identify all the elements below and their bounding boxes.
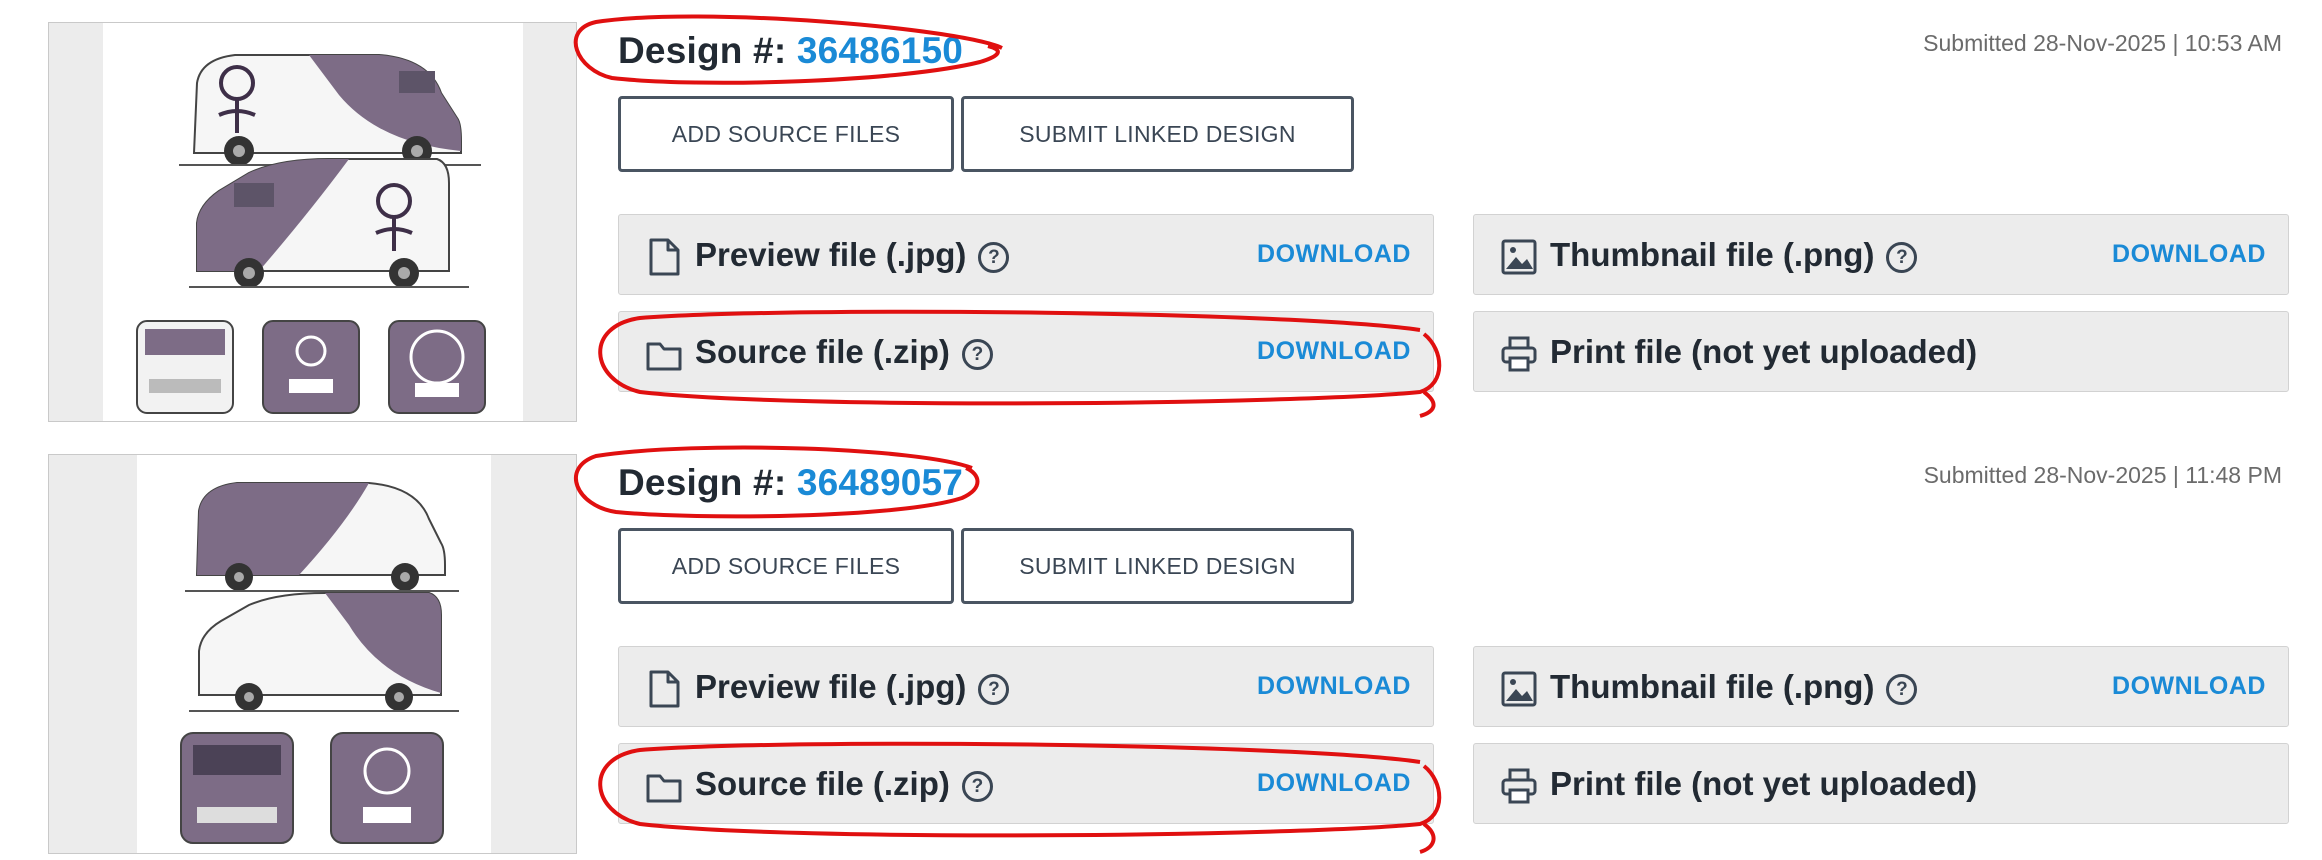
- thumbnail-download-link[interactable]: DOWNLOAD: [2112, 647, 2266, 726]
- preview-download-link[interactable]: DOWNLOAD: [1257, 647, 1411, 726]
- submit-linked-design-button[interactable]: SUBMIT LINKED DESIGN: [961, 528, 1354, 604]
- thumbnail-file-card: Thumbnail file (.png)? DOWNLOAD: [1473, 646, 2289, 727]
- preview-file-label: Preview file (.jpg)?: [695, 647, 1010, 726]
- source-download-link[interactable]: DOWNLOAD: [1257, 744, 1411, 823]
- design-preview-thumbnail[interactable]: [48, 454, 577, 854]
- design-title: Design #: 36489057: [618, 462, 963, 504]
- print-file-label: Print file (not yet uploaded): [1550, 765, 1978, 802]
- help-icon[interactable]: ?: [961, 771, 993, 802]
- thumbnail-file-label: Thumbnail file (.png)?: [1550, 215, 1918, 294]
- printer-icon: [1501, 336, 1537, 372]
- design-preview-thumbnail[interactable]: [48, 22, 577, 422]
- van-side-view-icon: [179, 54, 481, 166]
- thumbnail-download-link[interactable]: DOWNLOAD: [2112, 215, 2266, 294]
- help-icon[interactable]: ?: [961, 339, 993, 370]
- source-file-card: Source file (.zip)? DOWNLOAD: [618, 311, 1434, 392]
- file-icon: [649, 670, 680, 708]
- van-wrap-design-image: [180, 482, 459, 844]
- printer-icon: [1501, 768, 1537, 804]
- source-download-link[interactable]: DOWNLOAD: [1257, 312, 1411, 391]
- van-side-view-icon: [189, 158, 469, 288]
- preview-file-label: Preview file (.jpg)?: [695, 215, 1010, 294]
- van-side-view-icon: [189, 592, 459, 712]
- submitted-timestamp: Submitted 28-Nov-2025 | 11:48 PM: [1923, 462, 2282, 488]
- van-wrap-design-image: [136, 54, 486, 414]
- design-label: Design #:: [618, 30, 787, 71]
- thumbnail-file-card: Thumbnail file (.png)? DOWNLOAD: [1473, 214, 2289, 295]
- thumbnail-file-label: Thumbnail file (.png)?: [1550, 647, 1918, 726]
- help-icon[interactable]: ?: [1886, 242, 1918, 273]
- van-rear-view-icon: [262, 320, 360, 414]
- design-label: Design #:: [618, 462, 787, 503]
- submitted-timestamp: Submitted 28-Nov-2025 | 10:53 AM: [1923, 30, 2282, 56]
- submit-linked-design-button[interactable]: SUBMIT LINKED DESIGN: [961, 96, 1354, 172]
- source-file-label: Source file (.zip)?: [695, 312, 993, 391]
- add-source-files-button[interactable]: ADD SOURCE FILES: [618, 96, 954, 172]
- preview-file-card: Preview file (.jpg)? DOWNLOAD: [618, 214, 1434, 295]
- van-front-view-icon: [136, 320, 234, 414]
- folder-icon: [646, 342, 682, 371]
- help-icon[interactable]: ?: [1886, 674, 1918, 705]
- source-file-label: Source file (.zip)?: [695, 744, 993, 823]
- preview-download-link[interactable]: DOWNLOAD: [1257, 215, 1411, 294]
- van-side-view-icon: [185, 482, 459, 592]
- image-icon: [1501, 239, 1537, 275]
- van-rear-view-icon: [388, 320, 486, 414]
- help-icon[interactable]: ?: [978, 674, 1010, 705]
- design-row: Design #: 36486150 Submitted 28-Nov-2025…: [0, 0, 2322, 422]
- design-number-link[interactable]: 36489057: [797, 462, 963, 503]
- design-number-link[interactable]: 36486150: [797, 30, 963, 71]
- van-rear-view-icon: [330, 732, 444, 844]
- print-file-card: Print file (not yet uploaded): [1473, 311, 2289, 392]
- preview-file-card: Preview file (.jpg)? DOWNLOAD: [618, 646, 1434, 727]
- image-icon: [1501, 671, 1537, 707]
- print-file-card: Print file (not yet uploaded): [1473, 743, 2289, 824]
- design-row: Design #: 36489057 Submitted 28-Nov-2025…: [0, 432, 2322, 854]
- van-front-view-icon: [180, 732, 294, 844]
- print-file-label: Print file (not yet uploaded): [1550, 333, 1978, 370]
- source-file-card: Source file (.zip)? DOWNLOAD: [618, 743, 1434, 824]
- help-icon[interactable]: ?: [978, 242, 1010, 273]
- file-icon: [649, 238, 680, 276]
- folder-icon: [646, 774, 682, 803]
- design-title: Design #: 36486150: [618, 30, 963, 72]
- add-source-files-button[interactable]: ADD SOURCE FILES: [618, 528, 954, 604]
